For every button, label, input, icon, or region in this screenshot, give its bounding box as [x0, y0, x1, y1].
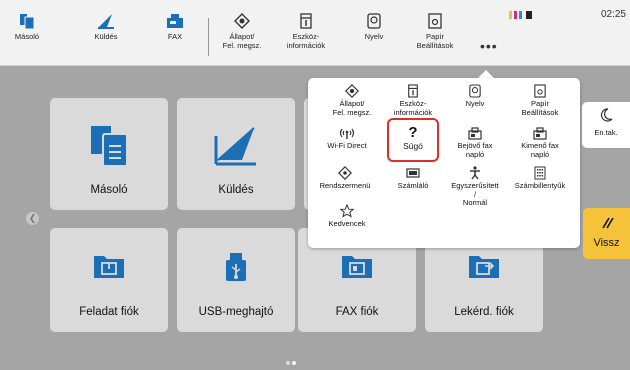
- tile-usb[interactable]: USB-meghajtó: [177, 228, 295, 332]
- language-icon: [367, 10, 381, 32]
- topbar-paper-settings-label: Papír Beállítások: [416, 32, 454, 50]
- topbar-paper-settings-button[interactable]: Papír Beállítások: [412, 10, 458, 50]
- menu-item-language-label: Nyelv: [465, 99, 485, 108]
- tile-polling-box-label: Lekérd. fiók: [454, 306, 514, 318]
- topbar-separator: [208, 18, 209, 56]
- topbar-language-label: Nyelv: [364, 32, 384, 41]
- page-dot-active: [292, 361, 296, 365]
- menu-item-outgoing-fax-log[interactable]: Kimenő fax napló: [507, 126, 573, 159]
- energy-saver-label: En.tak.: [594, 128, 618, 137]
- topbar-fax-button[interactable]: FAX: [160, 10, 190, 41]
- page-indicator: [285, 352, 297, 370]
- send-icon: [97, 10, 115, 32]
- paper-settings-icon: [534, 84, 546, 98]
- device-info-icon: [407, 84, 419, 98]
- tile-send-label: Küldés: [218, 184, 254, 196]
- popup-pointer: [478, 70, 494, 78]
- tile-copy-label: Másoló: [90, 184, 128, 196]
- topbar-send-label: Küldés: [94, 32, 118, 41]
- chevron-left-icon: ❮: [28, 213, 37, 223]
- back-icon: [600, 217, 614, 232]
- menu-item-system-menu[interactable]: Rendszermenü: [312, 166, 378, 191]
- menu-item-accessibility-label: Egyszerűsített / Normál: [451, 181, 499, 207]
- menu-item-paper-settings[interactable]: Papír Beállítások: [507, 84, 573, 117]
- topbar-fax-label: FAX: [167, 32, 183, 41]
- back-button[interactable]: Vissz: [583, 208, 630, 259]
- toner-magenta-indicator: [514, 11, 517, 19]
- numeric-keypad-icon: [534, 166, 546, 180]
- favorites-icon: [340, 204, 354, 218]
- menu-item-wifi-direct-label: Wi-Fi Direct: [327, 141, 367, 150]
- topbar-device-info-button[interactable]: Eszköz- információk: [282, 10, 330, 50]
- scroll-left-button[interactable]: ❮: [26, 212, 39, 225]
- tile-send[interactable]: Küldés: [177, 98, 295, 210]
- send-icon: [177, 124, 295, 166]
- topbar-status-label: Állapot/ Fel. megsz.: [222, 32, 262, 50]
- menu-item-incoming-fax-log[interactable]: Bejövő fax napló: [442, 126, 508, 159]
- menu-item-favorites-label: Kedvencek: [328, 219, 366, 228]
- topbar-copy-label: Másoló: [14, 32, 40, 41]
- tile-copy[interactable]: Másoló: [50, 98, 168, 210]
- fax-icon: [166, 10, 184, 32]
- polling-box-icon: [425, 252, 543, 280]
- top-bar: Másoló Küldés FAX Állapot/ Fel. megsz. E…: [0, 0, 630, 66]
- copy-icon: [50, 124, 168, 168]
- status-icon: [234, 10, 250, 32]
- job-box-icon: [50, 252, 168, 280]
- more-button[interactable]: •••: [480, 38, 498, 54]
- tile-fax-box-label: FAX fiók: [335, 306, 379, 318]
- usb-icon: [177, 252, 295, 282]
- menu-item-numeric-keypad-label: Számbillentyűk: [514, 181, 566, 190]
- system-menu-icon: [338, 166, 352, 180]
- menu-item-counter-label: Számláló: [397, 181, 429, 190]
- menu-item-counter[interactable]: Számláló: [380, 166, 446, 191]
- more-menu-popup: Állapot/ Fel. megsz. Eszköz- információk…: [308, 78, 580, 248]
- menu-item-status-label: Állapot/ Fel. megsz.: [332, 99, 372, 117]
- copy-icon: [19, 10, 35, 32]
- home-screen: Másoló Küldés FAX Állapot/ Fel. megsz. E…: [0, 0, 630, 370]
- topbar-copy-button[interactable]: Másoló: [8, 10, 46, 41]
- tile-job-box[interactable]: Feladat fiók: [50, 228, 168, 332]
- status-icon: [345, 84, 359, 98]
- topbar-status-button[interactable]: Állapot/ Fel. megsz.: [216, 10, 268, 50]
- moon-icon: [599, 108, 613, 124]
- incoming-fax-log-icon: [468, 126, 482, 140]
- outgoing-fax-log-icon: [533, 126, 547, 140]
- wifi-direct-icon: [339, 126, 355, 140]
- menu-item-favorites[interactable]: Kedvencek: [314, 204, 380, 229]
- topbar-device-info-label: Eszköz- információk: [286, 32, 326, 50]
- page-dot: [286, 361, 290, 365]
- menu-item-numeric-keypad[interactable]: Számbillentyűk: [507, 166, 573, 191]
- toner-yellow-indicator: [509, 11, 512, 19]
- menu-item-device-info[interactable]: Eszköz- információk: [380, 84, 446, 117]
- energy-saver-button[interactable]: En.tak.: [582, 102, 630, 148]
- menu-item-outgoing-fax-log-label: Kimenő fax napló: [521, 141, 559, 159]
- menu-item-system-menu-label: Rendszermenü: [319, 181, 371, 190]
- counter-icon: [406, 166, 420, 180]
- accessibility-icon: [469, 166, 481, 180]
- menu-item-accessibility[interactable]: Egyszerűsített / Normál: [442, 166, 508, 208]
- paper-settings-icon: [428, 10, 442, 32]
- language-icon: [469, 84, 481, 98]
- menu-item-paper-settings-label: Papír Beállítások: [521, 99, 559, 117]
- topbar-send-button[interactable]: Küldés: [86, 10, 126, 41]
- menu-item-status[interactable]: Állapot/ Fel. megsz.: [319, 84, 385, 117]
- clock: 02:25: [600, 9, 626, 20]
- menu-item-incoming-fax-log-label: Bejövő fax napló: [457, 141, 493, 159]
- fax-box-icon: [298, 252, 416, 280]
- topbar-language-button[interactable]: Nyelv: [357, 10, 391, 41]
- toner-black-indicator: [526, 11, 532, 19]
- tile-job-box-label: Feladat fiók: [79, 306, 139, 318]
- device-info-icon: [299, 10, 313, 32]
- tile-usb-label: USB-meghajtó: [198, 306, 274, 318]
- back-label: Vissz: [593, 237, 620, 249]
- help-item-highlight: [387, 118, 439, 162]
- menu-item-language[interactable]: Nyelv: [442, 84, 508, 109]
- toner-cyan-indicator: [519, 11, 522, 19]
- menu-item-wifi-direct[interactable]: Wi-Fi Direct: [314, 126, 380, 151]
- menu-item-device-info-label: Eszköz- információk: [393, 99, 433, 117]
